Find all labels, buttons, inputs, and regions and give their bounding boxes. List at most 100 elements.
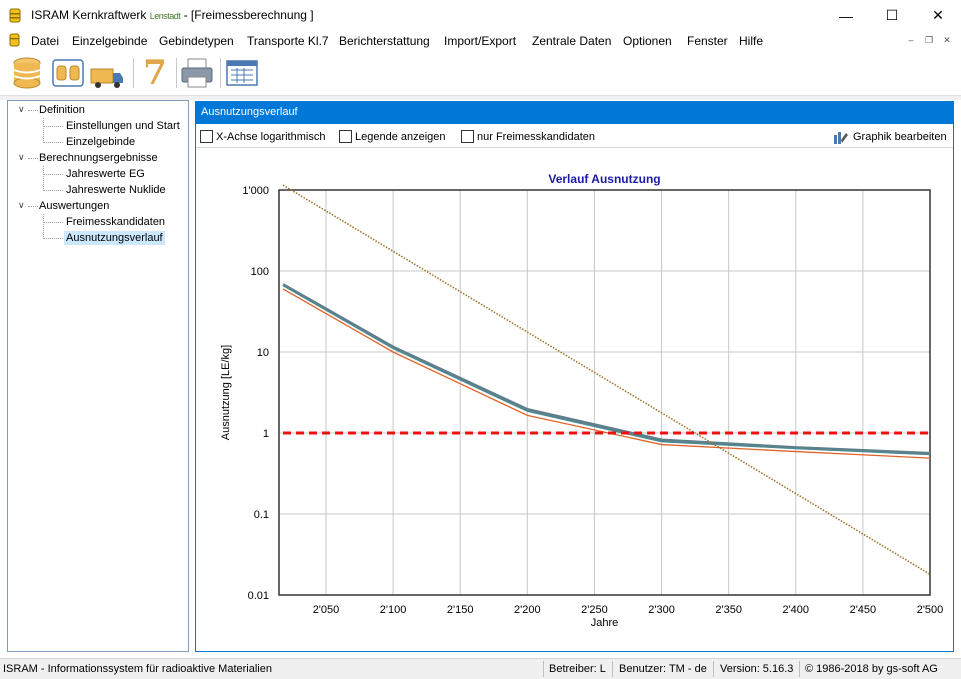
menu-hilfe[interactable]: Hilfe bbox=[739, 34, 763, 48]
status-app-name: ISRAM - Informationssystem für radioakti… bbox=[3, 663, 272, 675]
menu-bar: Datei Einzelgebinde Gebindetypen Transpo… bbox=[0, 31, 961, 50]
x-tick-label: 2'050 bbox=[313, 604, 340, 616]
status-version: Version: 5.16.3 bbox=[720, 663, 794, 675]
window-title: ISRAM Kernkraftwerk Lenstadt - [Freimess… bbox=[31, 8, 314, 22]
toolbar-separator bbox=[133, 58, 134, 88]
candidates-checkbox[interactable] bbox=[461, 130, 474, 143]
status-copyright: © 1986-2018 by gs-soft AG bbox=[805, 663, 938, 675]
transport-truck-icon[interactable] bbox=[90, 55, 124, 91]
x-tick-label: 2'300 bbox=[648, 604, 675, 616]
mdi-minimize-button[interactable]: – bbox=[904, 34, 918, 47]
status-bar: ISRAM - Informationssystem für radioakti… bbox=[0, 658, 961, 679]
tree-connector bbox=[28, 206, 38, 207]
minimize-button[interactable]: — bbox=[823, 0, 869, 31]
mdi-close-button[interactable]: ✕ bbox=[940, 34, 954, 47]
y-tick-label: 1'000 bbox=[242, 185, 269, 197]
tree-connector bbox=[28, 158, 38, 159]
y-tick-label: 0.1 bbox=[254, 509, 269, 521]
document-barrel-icon bbox=[9, 33, 20, 47]
maximize-button[interactable]: ☐ bbox=[869, 0, 915, 31]
x-tick-label: 2'400 bbox=[782, 604, 809, 616]
menu-einzelgebinde[interactable]: Einzelgebinde bbox=[72, 34, 147, 48]
tree-node-einzelgebinde[interactable]: Einzelgebinde bbox=[66, 136, 135, 148]
x-tick-label: 2'350 bbox=[715, 604, 742, 616]
menu-transporte[interactable]: Transporte Kl.7 bbox=[247, 34, 329, 48]
x-tick-label: 2'250 bbox=[581, 604, 608, 616]
status-separator bbox=[799, 661, 800, 677]
menu-datei[interactable]: Datei bbox=[31, 34, 59, 48]
tree-node-jahreswerte-nuklide[interactable]: Jahreswerte Nuklide bbox=[66, 184, 166, 196]
usage-chart: Verlauf Ausnutzung 2'050 2'100 2'150 2'200 2'… bbox=[220, 172, 944, 629]
navigation-tree[interactable]: ∨ Definition Einstellungen und Start Ein… bbox=[7, 100, 189, 652]
y-tick-label: 1 bbox=[263, 428, 269, 440]
menu-optionen[interactable]: Optionen bbox=[623, 34, 672, 48]
y-tick-label: 100 bbox=[251, 266, 269, 278]
tree-connector bbox=[43, 214, 44, 239]
container-group-icon[interactable] bbox=[51, 55, 85, 91]
series-line-teal bbox=[282, 285, 931, 456]
toolbar: 7 bbox=[0, 50, 961, 96]
x-tick-label: 2'200 bbox=[514, 604, 541, 616]
menu-import-export[interactable]: Import/Export bbox=[444, 34, 516, 48]
tree-connector bbox=[43, 142, 63, 143]
x-tick-label: 2'100 bbox=[380, 604, 407, 616]
class-7-icon[interactable]: 7 bbox=[138, 55, 172, 91]
x-axis-label: Jahre bbox=[591, 617, 619, 629]
tree-connector bbox=[43, 190, 63, 191]
tree-node-auswertungen[interactable]: Auswertungen bbox=[39, 200, 109, 212]
app-barrel-icon bbox=[9, 8, 21, 23]
status-user: Benutzer: TM - de bbox=[619, 663, 707, 675]
edit-graph-button[interactable]: Graphik bearbeiten bbox=[833, 128, 947, 146]
y-tick-label: 10 bbox=[257, 347, 269, 359]
tree-node-jahreswerte-eg[interactable]: Jahreswerte EG bbox=[66, 168, 145, 180]
candidates-label[interactable]: nur Freimesskandidaten bbox=[477, 131, 595, 143]
tree-connector bbox=[43, 126, 63, 127]
y-axis-label: Ausnutzung [LE/kg] bbox=[220, 345, 232, 440]
menu-gebindetypen[interactable]: Gebindetypen bbox=[159, 34, 234, 48]
tree-connector bbox=[28, 110, 38, 111]
expand-chevron-icon[interactable]: ∨ bbox=[18, 104, 25, 115]
status-operator: Betreiber: L bbox=[549, 663, 606, 675]
menu-zentrale-daten[interactable]: Zentrale Daten bbox=[532, 34, 611, 48]
series-line-grey bbox=[282, 283, 931, 455]
x-tick-label: 2'500 bbox=[917, 604, 944, 616]
tree-connector bbox=[43, 174, 63, 175]
chart-panel: Ausnutzungsverlauf X-Achse logarithmisch… bbox=[195, 101, 954, 652]
series-line-brown bbox=[282, 184, 931, 576]
chart-title: Verlauf Ausnutzung bbox=[548, 172, 660, 186]
log-x-checkbox[interactable] bbox=[200, 130, 213, 143]
chart-options: X-Achse logarithmisch Legende anzeigen n… bbox=[196, 124, 953, 148]
x-tick-label: 2'150 bbox=[447, 604, 474, 616]
status-separator bbox=[713, 661, 714, 677]
y-tick-label: 0.01 bbox=[248, 590, 269, 602]
title-bar: ISRAM Kernkraftwerk Lenstadt - [Freimess… bbox=[0, 0, 961, 31]
log-x-label[interactable]: X-Achse logarithmisch bbox=[216, 131, 325, 143]
tree-connector bbox=[43, 166, 44, 191]
tree-connector bbox=[43, 238, 63, 239]
chart-area: Verlauf Ausnutzung 2'050 2'100 2'150 2'200 2'… bbox=[196, 149, 953, 651]
tree-node-berechnungsergebnisse[interactable]: Berechnungsergebnisse bbox=[39, 152, 158, 164]
expand-chevron-icon[interactable]: ∨ bbox=[18, 200, 25, 211]
tree-node-einstellungen[interactable]: Einstellungen und Start bbox=[66, 120, 180, 132]
menu-fenster[interactable]: Fenster bbox=[687, 34, 728, 48]
tree-node-ausnutzungsverlauf[interactable]: Ausnutzungsverlauf bbox=[64, 231, 165, 245]
plant-name: Lenstadt bbox=[149, 11, 181, 21]
edit-chart-icon bbox=[834, 132, 848, 144]
status-separator bbox=[612, 661, 613, 677]
menu-berichterstattung[interactable]: Berichterstattung bbox=[339, 34, 430, 48]
calculator-grid-icon[interactable] bbox=[225, 55, 259, 91]
panel-header: Ausnutzungsverlauf bbox=[196, 102, 953, 124]
legend-checkbox[interactable] bbox=[339, 130, 352, 143]
expand-chevron-icon[interactable]: ∨ bbox=[18, 152, 25, 163]
printer-icon[interactable] bbox=[180, 55, 214, 91]
plot-frame bbox=[278, 189, 931, 596]
tree-connector bbox=[43, 222, 63, 223]
mdi-restore-button[interactable]: ❐ bbox=[922, 34, 936, 47]
legend-label[interactable]: Legende anzeigen bbox=[355, 131, 446, 143]
tree-node-definition[interactable]: Definition bbox=[39, 104, 85, 116]
database-icon[interactable] bbox=[10, 55, 44, 91]
status-separator bbox=[543, 661, 544, 677]
toolbar-separator bbox=[220, 58, 221, 88]
tree-node-freimesskandidaten[interactable]: Freimesskandidaten bbox=[66, 216, 165, 228]
close-button[interactable]: ✕ bbox=[915, 0, 961, 31]
